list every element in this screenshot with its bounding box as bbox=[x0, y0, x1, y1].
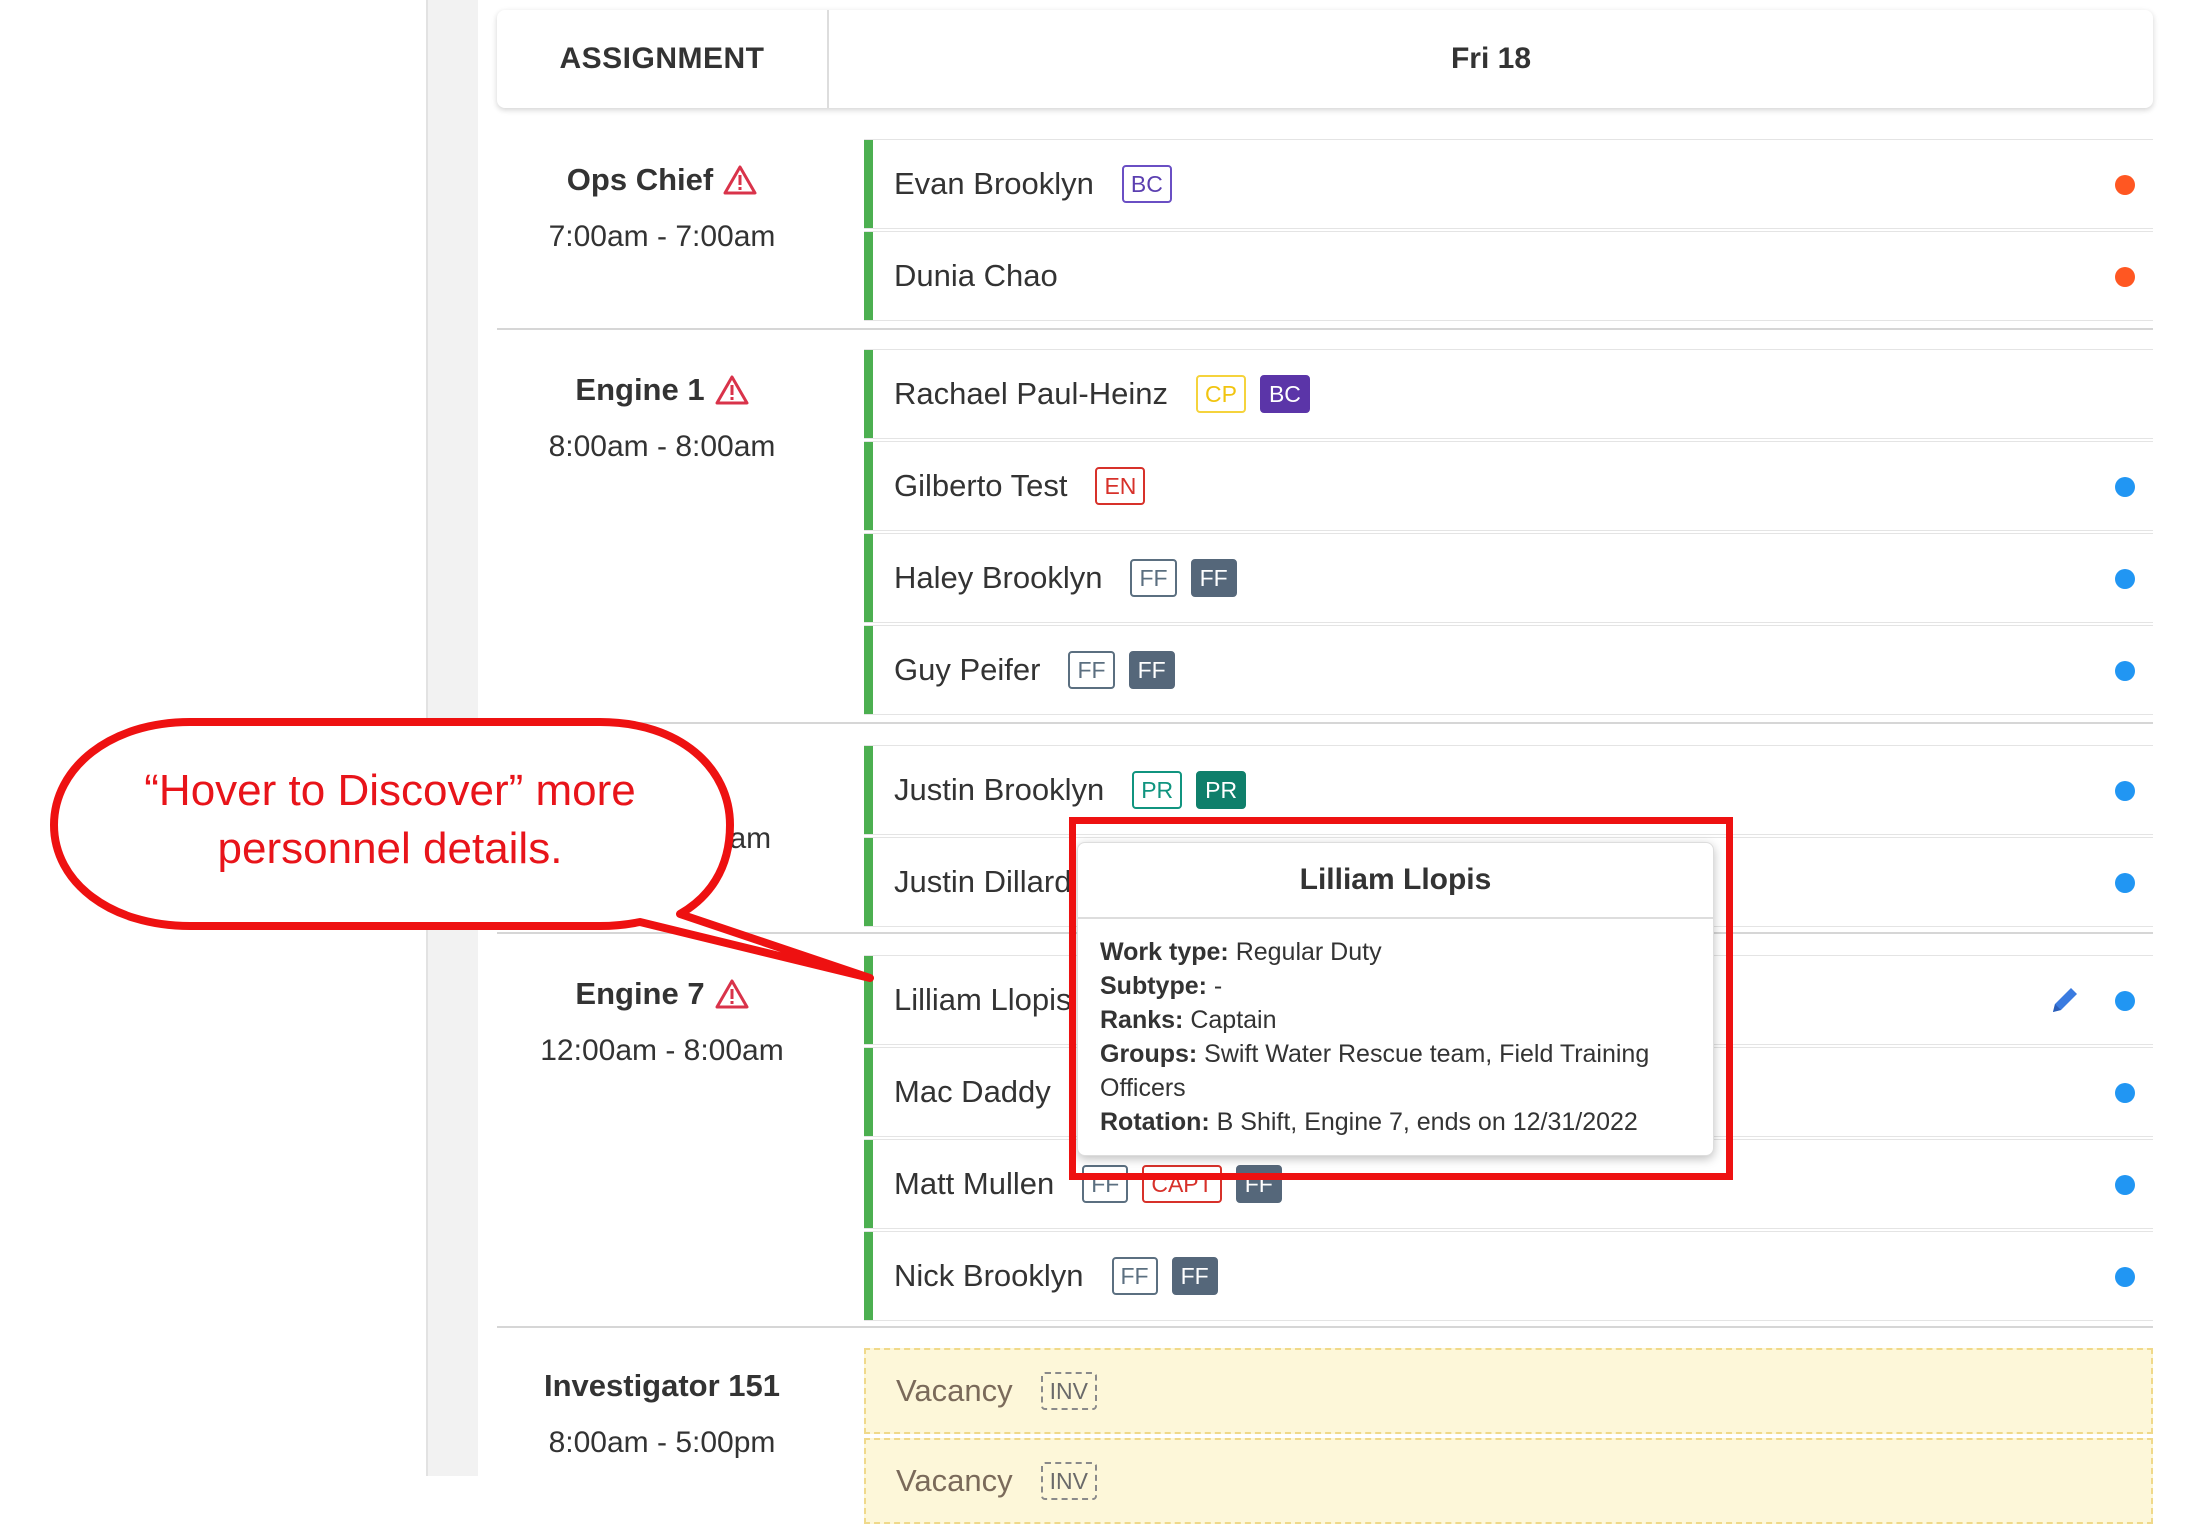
status-dot bbox=[2115, 873, 2135, 893]
personnel-name[interactable]: Evan Brooklyn bbox=[894, 166, 1094, 202]
rank-badge: PR bbox=[1196, 771, 1247, 809]
day-column-header[interactable]: Fri 18 bbox=[829, 42, 2153, 76]
assignment-info: Investigator 151 8:00am - 5:00pm bbox=[497, 1368, 827, 1460]
assignment-info: Ops Chief 7:00am - 7:00am bbox=[497, 162, 827, 254]
assignment-time: 12:00am - 8:00am bbox=[540, 1034, 784, 1067]
rank-badge: PR bbox=[1132, 771, 1183, 809]
assignment-group-ops-chief: Ops Chief 7:00am - 7:00am Evan Brooklyn … bbox=[497, 140, 2153, 330]
schedule-header: ASSIGNMENT Fri 18 bbox=[497, 10, 2153, 108]
assignment-time: 8:00am - 5:00pm bbox=[548, 1426, 776, 1459]
assignment-time: 7:00am - 7:00am bbox=[548, 220, 776, 253]
rank-badge: FF bbox=[1068, 651, 1115, 689]
rank-badge: BC bbox=[1121, 165, 1172, 203]
pencil-icon[interactable] bbox=[2047, 982, 2083, 1018]
assignment-name[interactable]: Ops Chief bbox=[567, 162, 713, 198]
personnel-name[interactable]: Mac Daddy bbox=[894, 1074, 1051, 1110]
vacancy-row[interactable]: Vacancy INV bbox=[864, 1438, 2153, 1524]
rank-badge: BC bbox=[1259, 375, 1310, 413]
status-dot bbox=[2115, 781, 2135, 801]
vacancy-label[interactable]: Vacancy bbox=[896, 1373, 1013, 1409]
status-dot bbox=[2115, 175, 2135, 195]
status-dot bbox=[2115, 661, 2135, 681]
personnel-name[interactable]: Gilberto Test bbox=[894, 468, 1067, 504]
personnel-row[interactable]: Evan Brooklyn BC bbox=[864, 140, 2153, 228]
personnel-name[interactable]: Lilliam Llopis bbox=[894, 982, 1071, 1018]
position-badge: INV bbox=[1040, 1462, 1097, 1500]
position-badge: INV bbox=[1040, 1372, 1097, 1410]
rank-badge: FF bbox=[1171, 1257, 1218, 1295]
personnel-name[interactable]: Justin Dillard bbox=[894, 864, 1071, 900]
rank-badge: FF bbox=[1190, 559, 1237, 597]
assignment-column-header: ASSIGNMENT bbox=[497, 10, 829, 108]
vacancy-row[interactable]: Vacancy INV bbox=[864, 1348, 2153, 1434]
assignment-info: Engine 1 8:00am - 8:00am bbox=[497, 372, 827, 464]
personnel-name[interactable]: Dunia Chao bbox=[894, 258, 1058, 294]
rank-badge: FF bbox=[1130, 559, 1177, 597]
status-dot bbox=[2115, 991, 2135, 1011]
vacancy-label[interactable]: Vacancy bbox=[896, 1463, 1013, 1499]
rank-badge: FF bbox=[1128, 651, 1175, 689]
assignment-name[interactable]: Investigator 151 bbox=[544, 1368, 780, 1404]
personnel-row[interactable]: Dunia Chao bbox=[864, 232, 2153, 320]
personnel-name[interactable]: Justin Brooklyn bbox=[894, 772, 1104, 808]
rank-badge: EN bbox=[1095, 467, 1146, 505]
annotation-text: “Hover to Discover” more personnel detai… bbox=[144, 766, 636, 873]
personnel-row[interactable]: Haley Brooklyn FF FF bbox=[864, 534, 2153, 622]
assignment-time: 8:00am - 8:00am bbox=[548, 430, 776, 463]
warning-icon[interactable] bbox=[723, 164, 757, 196]
personnel-name[interactable]: Guy Peifer bbox=[894, 652, 1040, 688]
warning-icon[interactable] bbox=[715, 374, 749, 406]
status-dot bbox=[2115, 477, 2135, 497]
assignment-group-investigator-151: Investigator 151 8:00am - 5:00pm Vacancy… bbox=[497, 1348, 2153, 1524]
personnel-row[interactable]: Nick Brooklyn FF FF bbox=[864, 1232, 2153, 1320]
personnel-name[interactable]: Nick Brooklyn bbox=[894, 1258, 1084, 1294]
personnel-row[interactable]: Guy Peifer FF FF bbox=[864, 626, 2153, 714]
assignment-group-engine-1: Engine 1 8:00am - 8:00am Rachael Paul-He… bbox=[497, 350, 2153, 724]
status-dot bbox=[2115, 1267, 2135, 1287]
personnel-name[interactable]: Haley Brooklyn bbox=[894, 560, 1102, 596]
status-dot bbox=[2115, 1083, 2135, 1103]
rank-badge: FF bbox=[1111, 1257, 1158, 1295]
personnel-row[interactable]: Rachael Paul-Heinz CP BC bbox=[864, 350, 2153, 438]
status-dot bbox=[2115, 1175, 2135, 1195]
personnel-row[interactable]: Gilberto Test EN bbox=[864, 442, 2153, 530]
annotation-highlight-box bbox=[1069, 817, 1733, 1180]
personnel-name[interactable]: Rachael Paul-Heinz bbox=[894, 376, 1168, 412]
status-dot bbox=[2115, 569, 2135, 589]
status-dot bbox=[2115, 267, 2135, 287]
personnel-name[interactable]: Matt Mullen bbox=[894, 1166, 1054, 1202]
assignment-name[interactable]: Engine 1 bbox=[575, 372, 704, 408]
rank-badge: CP bbox=[1195, 375, 1246, 413]
